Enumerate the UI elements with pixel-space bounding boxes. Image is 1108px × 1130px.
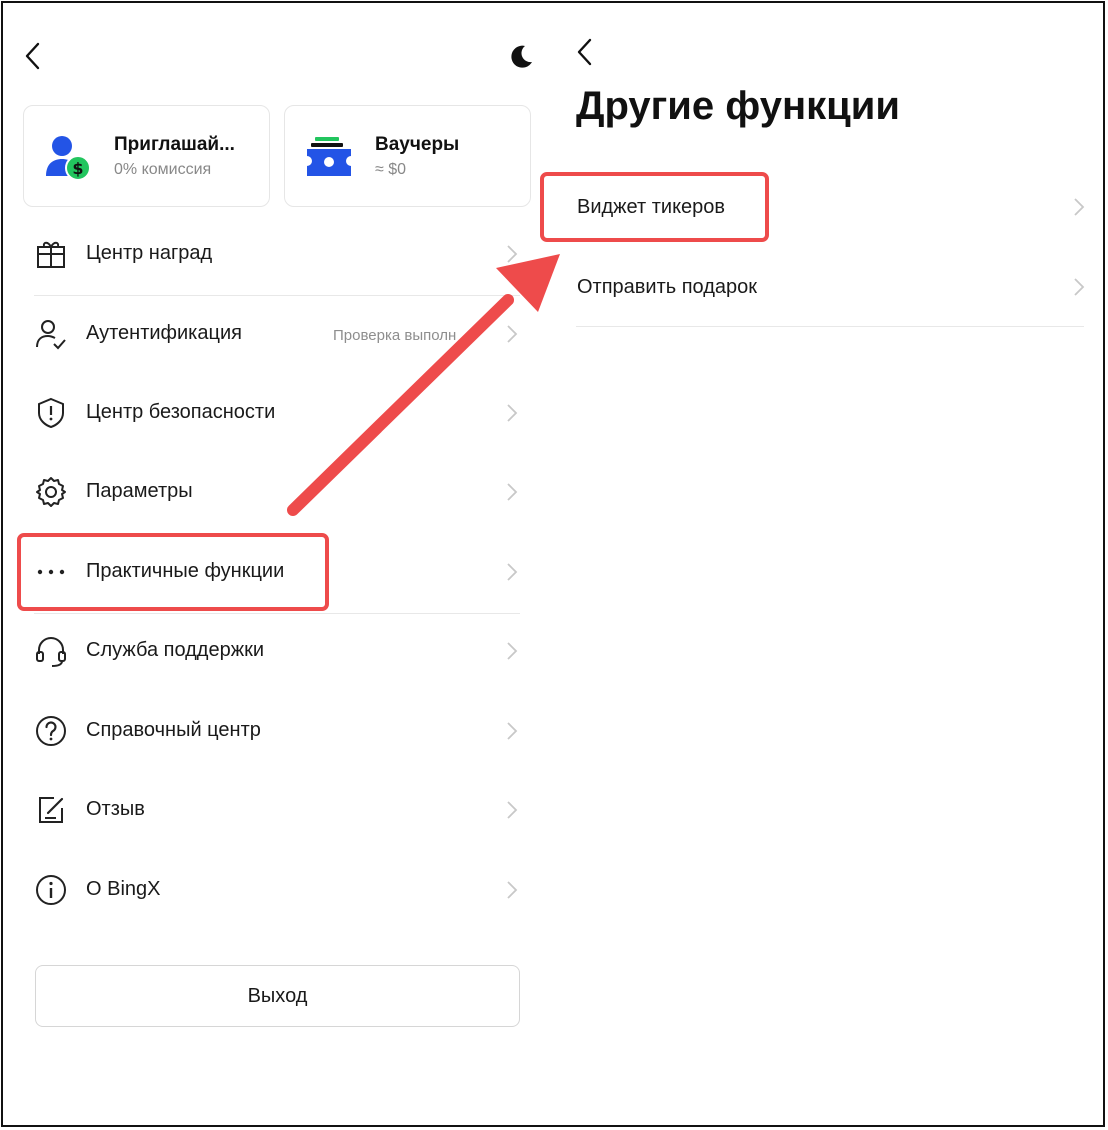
menu-label: Аутентификация	[86, 322, 242, 344]
chevron-right-icon	[507, 563, 518, 581]
logout-button[interactable]: Выход	[35, 965, 520, 1027]
page-title: Другие функции	[576, 84, 900, 128]
gear-icon	[36, 477, 66, 507]
send-gift-item[interactable]: Отправить подарок	[576, 258, 1086, 318]
menu-label: Центр безопасности	[86, 401, 276, 423]
chevron-right-icon	[507, 642, 518, 660]
invite-user-dollar-icon: $	[46, 136, 91, 181]
chevron-right-icon	[1074, 278, 1085, 296]
chevron-right-icon	[507, 325, 518, 343]
send-gift-label: Отправить подарок	[577, 276, 758, 298]
menu-item-support-service[interactable]: Служба поддержки	[30, 622, 525, 682]
menu-item-feedback[interactable]: Отзыв	[30, 781, 525, 841]
highlight-box-ticker-widget	[540, 172, 769, 242]
menu-label: Параметры	[86, 480, 193, 502]
invite-card[interactable]: $ Приглашай... 0% комиссия	[23, 105, 270, 207]
back-arrow-icon[interactable]	[22, 40, 46, 72]
chevron-right-icon	[507, 245, 518, 263]
list-divider	[576, 326, 1084, 327]
menu-item-settings[interactable]: Параметры	[30, 463, 525, 523]
menu-item-authentication[interactable]: Аутентификация Проверка выполн	[30, 305, 525, 365]
svg-text:$: $	[72, 159, 83, 178]
shield-icon	[38, 397, 64, 429]
menu-item-rewards-center[interactable]: Центр наград	[30, 225, 525, 285]
menu-item-security-center[interactable]: Центр безопасности	[30, 384, 525, 444]
menu-label: Отзыв	[86, 798, 145, 820]
chevron-right-icon	[1074, 198, 1085, 216]
chevron-right-icon	[507, 404, 518, 422]
menu-divider	[34, 613, 520, 614]
voucher-card[interactable]: Ваучеры ≈ $0	[284, 105, 531, 207]
headset-icon	[36, 637, 66, 667]
highlight-box-useful-functions	[17, 533, 329, 611]
question-icon	[36, 716, 66, 746]
menu-item-help-center[interactable]: Справочный центр	[30, 702, 525, 762]
edit-icon	[39, 797, 64, 823]
chevron-right-icon	[507, 722, 518, 740]
menu-label: О BingX	[86, 878, 161, 900]
user-check-icon	[36, 320, 66, 350]
invite-card-title: Приглашай...	[114, 134, 235, 155]
menu-label: Центр наград	[86, 242, 213, 264]
voucher-card-title: Ваучеры	[375, 134, 460, 155]
chevron-right-icon	[507, 483, 518, 501]
gift-icon	[37, 241, 65, 268]
menu-label: Справочный центр	[86, 719, 261, 741]
voucher-card-subtitle: ≈ $0	[375, 161, 407, 178]
voucher-ticket-icon	[307, 137, 351, 176]
info-icon	[36, 875, 66, 905]
menu-item-about-bingx[interactable]: О BingX	[30, 861, 525, 921]
verification-status-hint: Проверка выполн	[333, 327, 457, 344]
menu-divider	[34, 295, 520, 296]
back-arrow-icon[interactable]	[574, 36, 598, 68]
moon-icon[interactable]	[506, 42, 536, 72]
chevron-right-icon	[507, 801, 518, 819]
menu-label: Служба поддержки	[86, 639, 265, 661]
invite-card-subtitle: 0% комиссия	[114, 161, 212, 178]
chevron-right-icon	[507, 881, 518, 899]
